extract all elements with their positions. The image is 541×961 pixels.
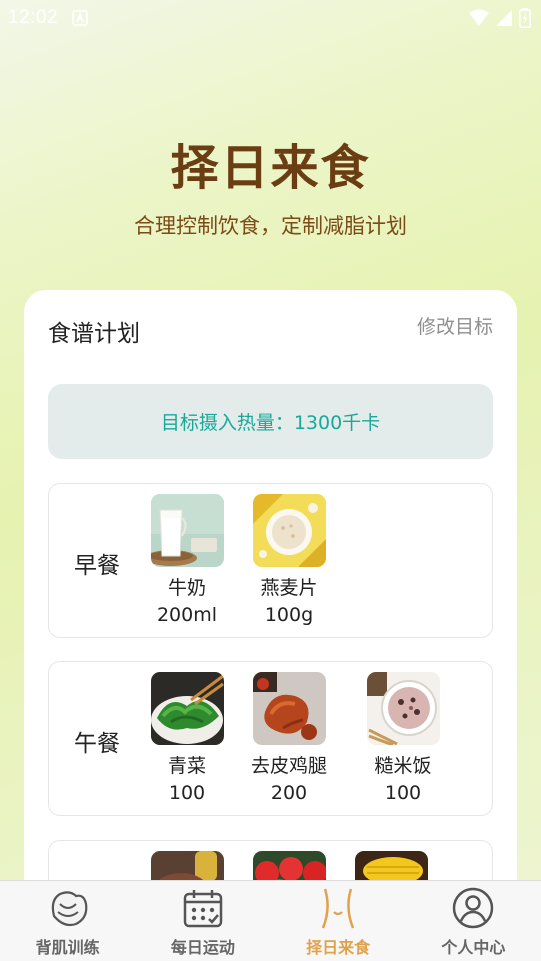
milk-image xyxy=(150,494,224,567)
food-amount: 200ml xyxy=(156,604,218,626)
edit-target-button[interactable]: 修改目标 xyxy=(417,312,493,339)
tab-diet[interactable]: 择日来食 xyxy=(271,881,406,961)
food-item-oatmeal[interactable]: 燕麦片 100g xyxy=(234,494,344,626)
status-bar: 12:02 xyxy=(0,0,541,36)
food-amount: 100 xyxy=(168,782,206,804)
waist-icon xyxy=(321,888,355,929)
food-name: 牛奶 xyxy=(167,577,206,599)
tab-label: 择日来食 xyxy=(306,938,371,957)
tab-daily-exercise[interactable]: 每日运动 xyxy=(135,881,270,961)
meal-lunch[interactable]: 午餐 青菜 100 去皮鸡腿 200 糙米饭 100 xyxy=(48,661,493,816)
oatmeal-image xyxy=(252,494,326,567)
status-time: 12:02 xyxy=(8,7,59,28)
meal-breakfast[interactable]: 早餐 牛奶 200ml 燕麦片 100g xyxy=(48,483,493,638)
signal-icon xyxy=(496,10,512,26)
tab-profile[interactable]: 个人中心 xyxy=(406,881,541,961)
food-item-brown-rice[interactable]: 糙米饭 100 xyxy=(348,672,458,804)
tab-label: 每日运动 xyxy=(170,938,235,957)
food-amount: 100 xyxy=(384,782,422,804)
calorie-target-text: 目标摄入热量：1300千卡 xyxy=(160,412,381,434)
chicken-leg-image xyxy=(252,672,326,745)
food-name: 青菜 xyxy=(167,755,206,777)
food-name: 糙米饭 xyxy=(374,755,432,777)
food-item-chicken-leg[interactable]: 去皮鸡腿 200 xyxy=(234,672,344,804)
food-item-greens[interactable]: 青菜 100 xyxy=(132,672,242,804)
wifi-icon xyxy=(469,9,489,26)
meal-label: 早餐 xyxy=(74,553,120,579)
food-amount: 200 xyxy=(270,782,308,804)
meal-label: 午餐 xyxy=(74,731,120,757)
food-name: 去皮鸡腿 xyxy=(250,755,327,777)
bottom-tab-bar: 背肌训练 每日运动 择日来食 个人中心 xyxy=(0,880,541,961)
person-icon xyxy=(453,887,494,929)
battery-icon xyxy=(519,8,531,28)
food-item-milk[interactable]: 牛奶 200ml xyxy=(132,494,242,626)
notification-a-icon xyxy=(72,10,88,26)
page-subtitle: 合理控制饮食，定制减脂计划 xyxy=(134,214,407,238)
recipe-plan-card: 食谱计划 修改目标 目标摄入热量：1300千卡 早餐 牛奶 200ml 燕麦片 … xyxy=(24,290,517,961)
card-title: 食谱计划 xyxy=(48,321,140,347)
greens-image xyxy=(150,672,224,745)
food-amount: 100g xyxy=(264,604,314,626)
food-name: 燕麦片 xyxy=(260,577,318,599)
calendar-icon xyxy=(183,890,223,928)
tab-label: 背肌训练 xyxy=(35,938,100,957)
back-muscle-icon xyxy=(51,891,88,927)
calorie-target-banner: 目标摄入热量：1300千卡 xyxy=(48,384,493,459)
page-title: 择日来食 xyxy=(170,140,371,196)
tab-label: 个人中心 xyxy=(441,938,506,957)
brown-rice-image xyxy=(366,672,440,745)
tab-back-training[interactable]: 背肌训练 xyxy=(0,881,135,961)
